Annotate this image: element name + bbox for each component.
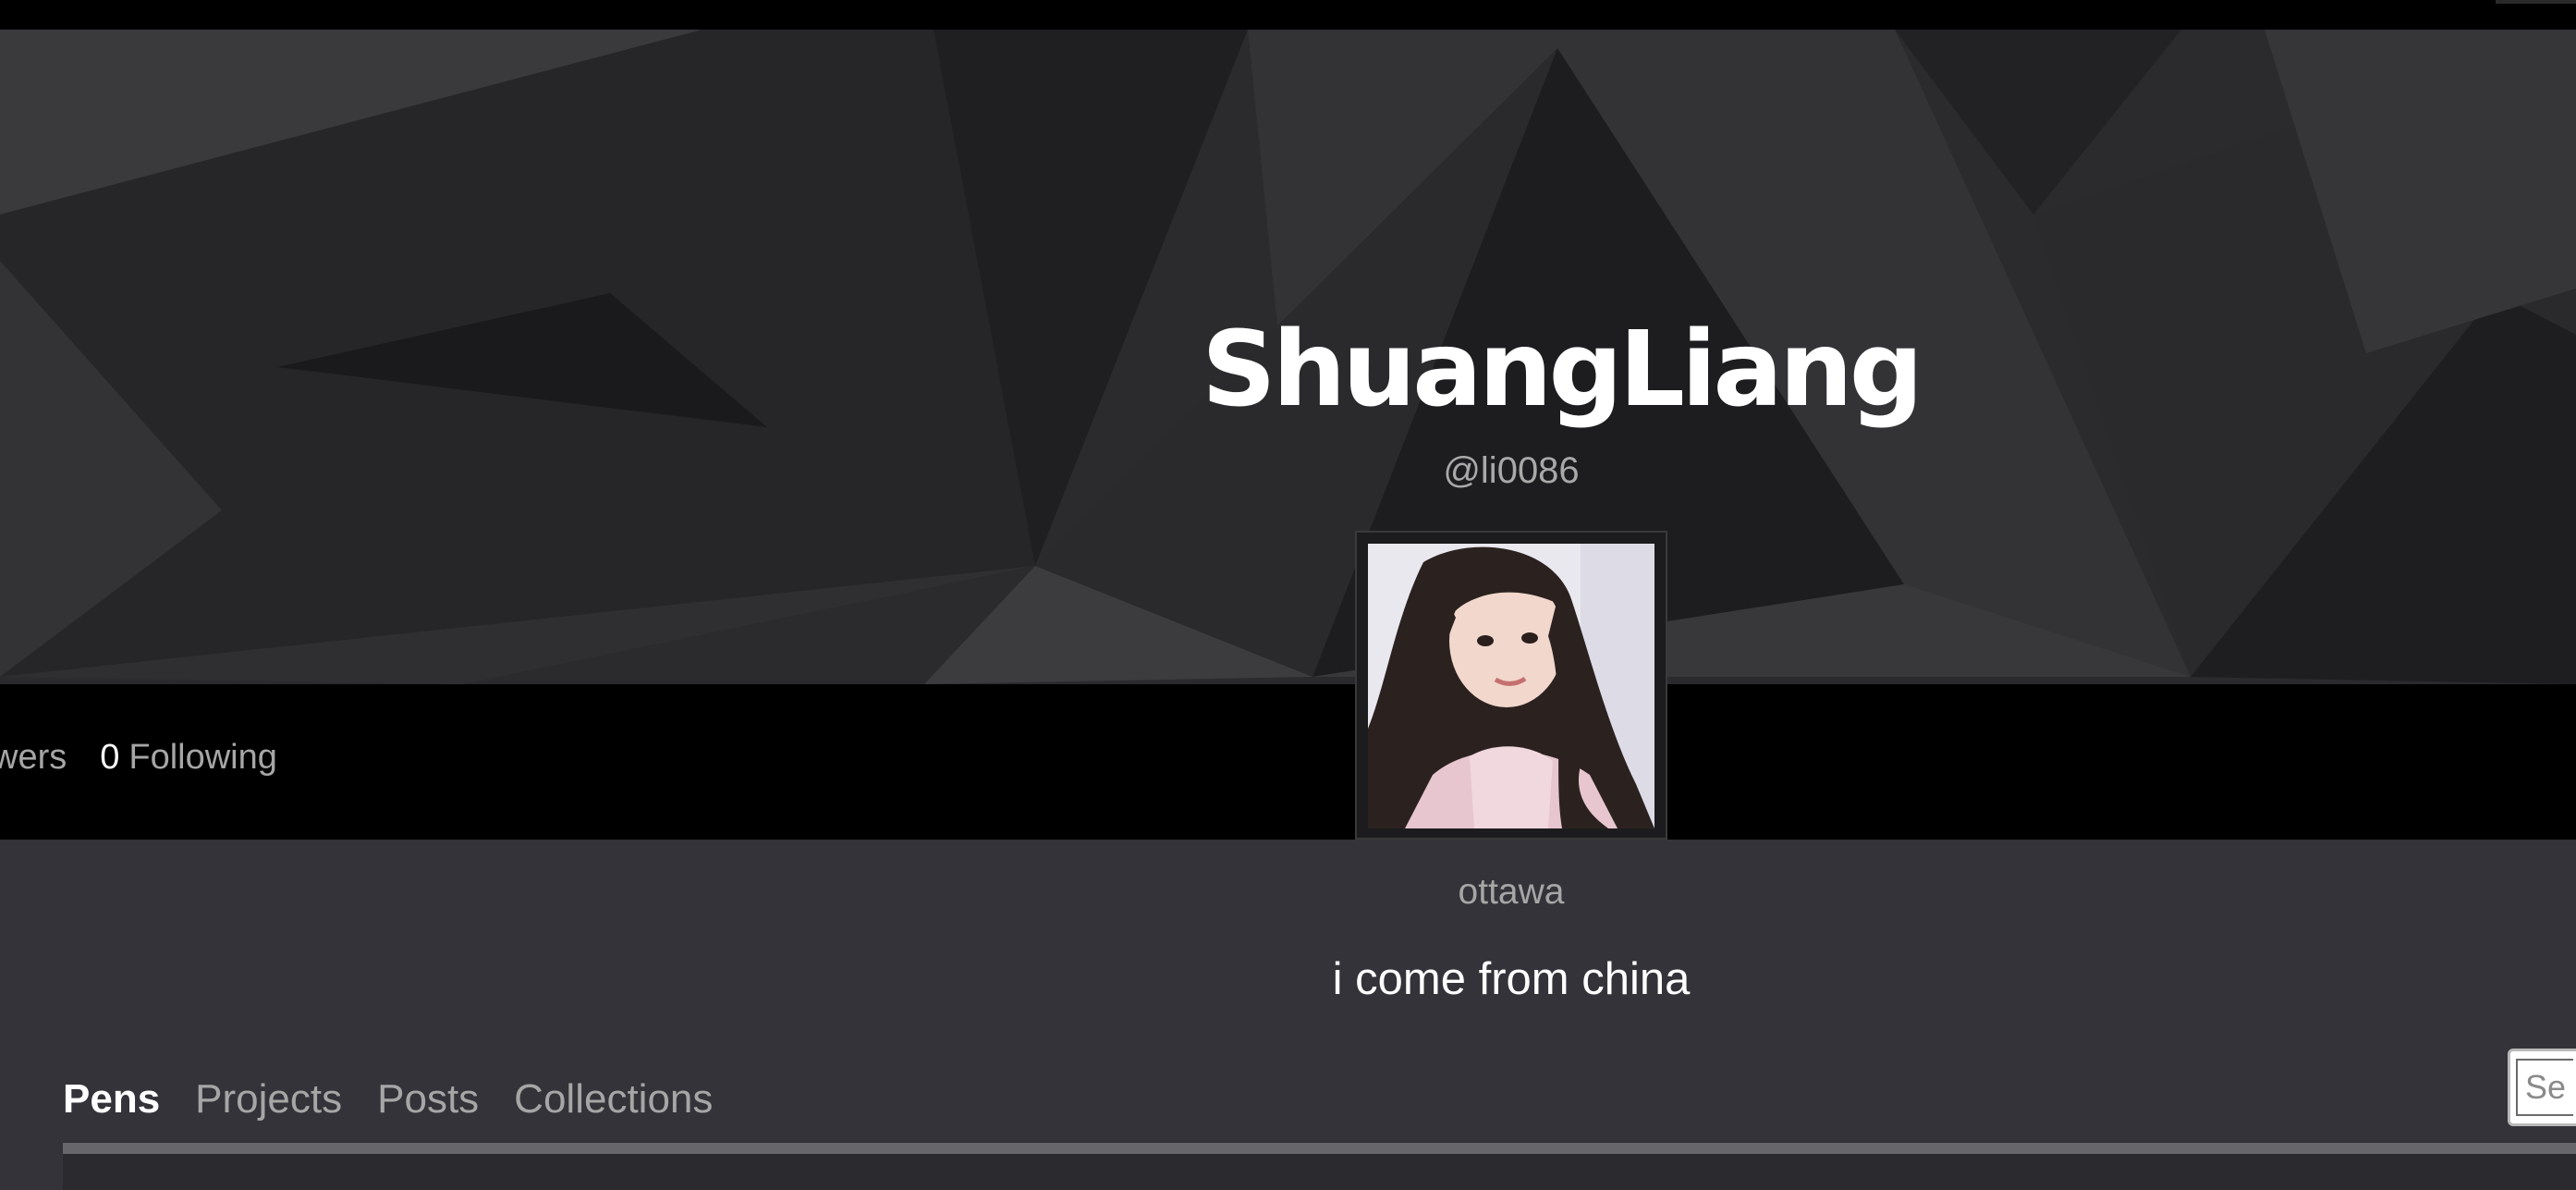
followers-link[interactable]: wers <box>0 738 67 778</box>
avatar-frame <box>1355 531 1667 840</box>
tab-pens[interactable]: Pens <box>63 1073 160 1126</box>
search-input[interactable] <box>2516 1059 2573 1116</box>
profile-location: ottawa <box>1458 872 1565 912</box>
tab-posts[interactable]: Posts <box>377 1073 479 1126</box>
stats-bar <box>0 684 2576 840</box>
top-bar <box>0 0 2576 30</box>
avatar <box>1368 544 1654 828</box>
tab-projects[interactable]: Projects <box>195 1073 342 1126</box>
profile-tabs: Pens Projects Posts Collections <box>63 1073 713 1126</box>
search-box <box>2508 1049 2576 1126</box>
tab-collections[interactable]: Collections <box>514 1073 713 1126</box>
profile-name: ShuangLiang <box>1202 310 1923 430</box>
top-bar-edge <box>2496 0 2576 4</box>
following-link[interactable]: Following <box>128 738 277 778</box>
profile-handle: @li0086 <box>1443 450 1580 491</box>
avatar-photo <box>1368 544 1654 828</box>
profile-stats: wers 0 Following <box>0 738 277 786</box>
profile-bio: i come from china <box>1332 954 1691 1004</box>
tab-divider <box>63 1143 2576 1154</box>
following-count[interactable]: 0 <box>100 738 119 778</box>
content-area <box>63 1154 2576 1190</box>
